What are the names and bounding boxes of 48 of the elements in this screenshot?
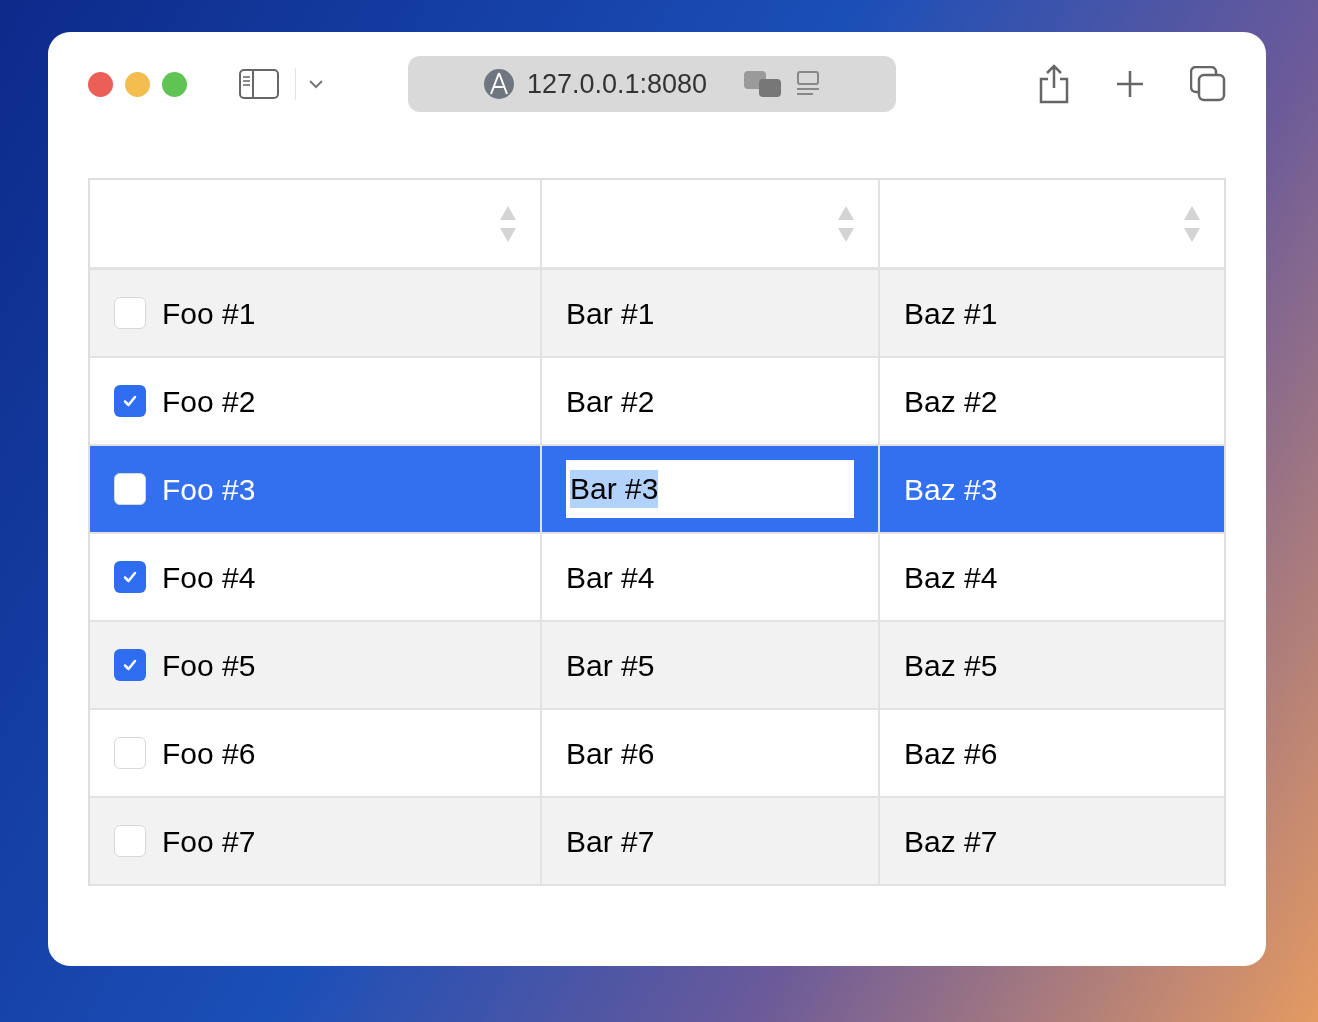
cell-text: Baz #4 xyxy=(904,559,998,596)
checkbox[interactable] xyxy=(114,561,146,593)
cell-text: Baz #6 xyxy=(904,735,998,772)
sidebar-icon[interactable] xyxy=(239,69,279,99)
cell-text: Bar #5 xyxy=(566,647,655,684)
table-row[interactable]: Foo #7 Bar #7 Baz #7 xyxy=(90,798,1224,886)
cell-text: Bar #1 xyxy=(566,295,655,332)
cell-text: Baz #2 xyxy=(904,383,998,420)
cell-text: Foo #5 xyxy=(162,647,256,684)
cell-text: Foo #6 xyxy=(162,735,256,772)
cell-text: Bar #4 xyxy=(566,559,655,596)
chevron-down-icon[interactable] xyxy=(308,79,324,89)
cell-edit-field[interactable]: Bar #3 xyxy=(566,460,854,518)
translate-icon[interactable] xyxy=(743,69,784,99)
minimize-button[interactable] xyxy=(125,71,150,97)
checkbox[interactable] xyxy=(114,737,146,769)
cell-text: Foo #4 xyxy=(162,559,256,596)
reader-icon[interactable] xyxy=(795,70,822,98)
table-row[interactable]: Foo #6 Bar #6 Baz #6 xyxy=(90,710,1224,798)
cell-text: Baz #1 xyxy=(904,295,998,332)
tabs-icon[interactable] xyxy=(1190,66,1226,102)
cell-text: Foo #1 xyxy=(162,295,256,332)
close-button[interactable] xyxy=(88,71,113,97)
address-text: 127.0.0.1:8080 xyxy=(526,67,708,101)
table-row[interactable]: Foo #4 Bar #4 Baz #4 xyxy=(90,534,1224,622)
cell-text: Baz #7 xyxy=(904,823,998,860)
maximize-button[interactable] xyxy=(162,71,187,97)
checkbox[interactable] xyxy=(114,825,146,857)
cell-text: Baz #3 xyxy=(904,471,998,508)
checkbox[interactable] xyxy=(114,649,146,681)
table-row[interactable]: Foo #2 Bar #2 Baz #2 xyxy=(90,358,1224,446)
cell-text: Foo #7 xyxy=(162,823,256,860)
cell-text: Bar #2 xyxy=(566,383,655,420)
table-row[interactable]: Foo #5 Bar #5 Baz #5 xyxy=(90,622,1224,710)
checkbox[interactable] xyxy=(114,297,146,329)
cell-text: Foo #3 xyxy=(162,471,256,508)
table-row[interactable]: Foo #1 Bar #1 Baz #1 xyxy=(90,270,1224,358)
cell-text: Foo #2 xyxy=(162,383,256,420)
share-icon[interactable] xyxy=(1038,64,1070,104)
globe-icon xyxy=(482,68,515,100)
table-row[interactable]: Foo #3 Bar #3 Baz #3 xyxy=(90,446,1224,534)
checkbox[interactable] xyxy=(114,473,146,505)
cell-text: Bar #7 xyxy=(566,823,655,860)
plus-icon[interactable] xyxy=(1116,70,1144,98)
cell-text: Baz #5 xyxy=(904,647,998,684)
checkbox[interactable] xyxy=(114,385,146,417)
cell-text: Bar #6 xyxy=(566,735,655,772)
address-bar[interactable]: 127.0.0.1:8080 xyxy=(408,56,896,112)
